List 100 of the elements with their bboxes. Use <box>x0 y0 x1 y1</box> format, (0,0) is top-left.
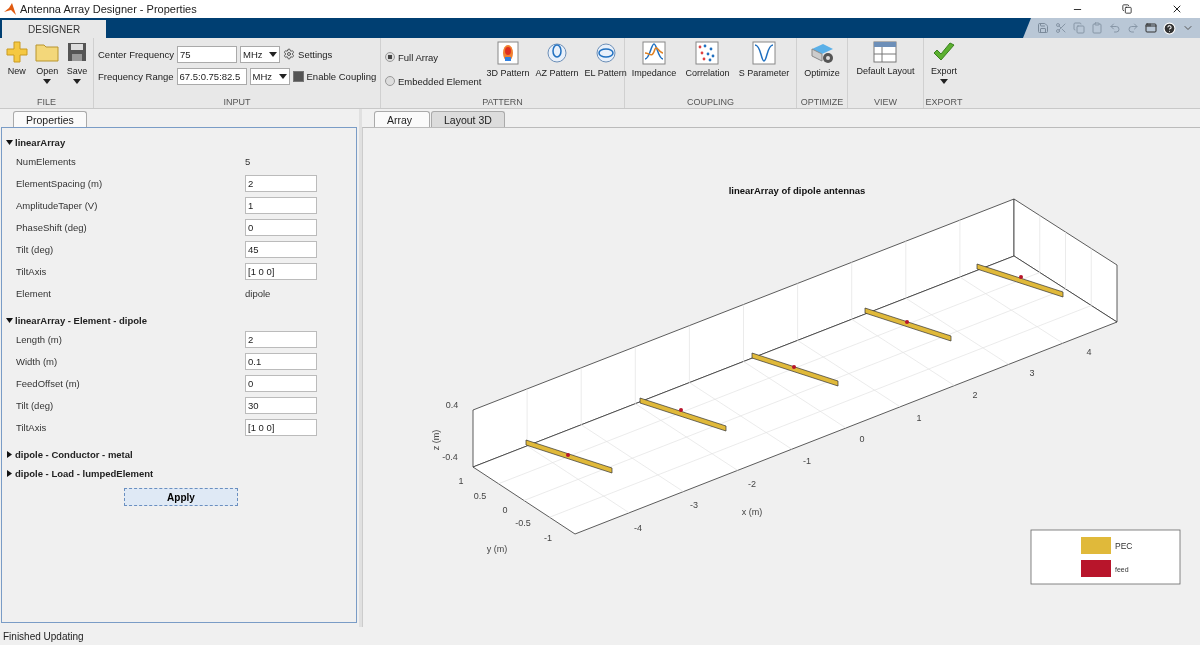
unit-dropdown[interactable]: MHz <box>240 45 281 63</box>
axis-label: z (m) <box>431 429 441 451</box>
unit-dropdown[interactable]: MHz <box>249 67 290 85</box>
ribbon-button[interactable]: S Parameter <box>737 41 791 78</box>
section-label: COUPLING <box>687 96 734 108</box>
ribbon-button[interactable]: EL Pattern <box>583 41 628 78</box>
property-label: Length (m) <box>16 333 63 345</box>
tick-label: -3 <box>690 500 698 510</box>
ribbon-button[interactable]: Open <box>34 41 61 84</box>
collapsed-triangle-icon[interactable] <box>6 450 13 458</box>
tick-label: 1 <box>916 413 922 423</box>
center-frequency-field[interactable]: 75 <box>177 45 238 63</box>
dip-curve-icon <box>752 41 777 65</box>
ribbon-button[interactable]: 3D Pattern <box>485 41 531 78</box>
property-field[interactable]: 2 <box>245 330 317 348</box>
field-label: Center Frequency <box>98 48 175 60</box>
section-title: dipole - Conductor - metal <box>15 448 133 460</box>
ribbon-tab[interactable]: DESIGNER <box>2 20 107 38</box>
window-icon[interactable] <box>1145 22 1157 34</box>
document-tab[interactable]: Layout 3D <box>431 111 505 127</box>
tick-label: 4 <box>1086 347 1092 357</box>
ribbon-button[interactable]: Impedance <box>630 41 678 78</box>
section-label: PATTERN <box>482 96 523 108</box>
property-field[interactable]: 0.1 <box>245 352 317 370</box>
legend-label: PEC <box>1115 541 1133 551</box>
radio-button[interactable] <box>385 52 395 62</box>
window-title: Antenna Array Designer - Properties <box>20 3 198 15</box>
tick-label: 3 <box>1029 368 1035 378</box>
ribbon-button[interactable]: New <box>4 41 29 76</box>
section-label: INPUT <box>223 96 251 108</box>
property-label: TiltAxis <box>16 265 48 277</box>
section-label: EXPORT <box>925 96 963 108</box>
grid-layout-icon <box>873 41 898 63</box>
apply-button[interactable]: Apply <box>124 488 238 506</box>
ribbon-button[interactable]: Optimize <box>803 41 841 78</box>
property-field[interactable]: [1 0 0] <box>245 418 317 436</box>
polar-plot-icon <box>594 41 617 65</box>
help-icon[interactable] <box>1163 21 1176 35</box>
property-field[interactable]: 2 <box>245 174 317 192</box>
property-label: NumElements <box>16 155 77 167</box>
tick-label: -2 <box>748 479 756 489</box>
tick-label: -0.5 <box>515 518 531 528</box>
document-tab[interactable]: Array <box>374 111 430 127</box>
property-label: FeedOffset (m) <box>16 377 81 389</box>
expanded-triangle-icon[interactable] <box>6 138 13 146</box>
property-label: Element <box>16 287 52 299</box>
ribbon-button[interactable]: Default Layout <box>855 41 916 76</box>
radio-button[interactable] <box>385 76 395 86</box>
property-value: 5 <box>245 155 251 167</box>
caret-icon <box>269 51 278 57</box>
section-label: FILE <box>37 96 56 108</box>
optimizer-icon <box>809 41 835 65</box>
property-value: dipole <box>245 287 271 299</box>
checkbox-label: Enable Coupling <box>306 70 377 82</box>
radio-label: Full Array <box>398 51 439 63</box>
plus-icon <box>5 41 28 63</box>
ribbon-button[interactable]: AZ Pattern <box>534 41 580 78</box>
restore-icon[interactable] <box>1122 4 1132 14</box>
settings-label[interactable]: Settings <box>298 48 333 60</box>
property-field[interactable]: 0 <box>245 374 317 392</box>
settings-icon[interactable] <box>283 48 296 60</box>
section-title: linearArray <box>15 136 66 148</box>
tick-label: 2 <box>972 390 978 400</box>
expanded-triangle-icon[interactable] <box>6 316 13 324</box>
polar-plot-icon <box>546 41 568 65</box>
tick-label: 0.5 <box>473 491 487 501</box>
property-field[interactable]: 0 <box>245 218 317 236</box>
axis-label: x (m) <box>741 507 763 517</box>
tick-label: -1 <box>544 533 552 543</box>
scatter-plot-icon <box>695 41 720 65</box>
field-label: Frequency Range <box>98 70 174 82</box>
collapsed-triangle-icon[interactable] <box>6 469 13 477</box>
app-logo-icon <box>4 3 16 15</box>
plot-title: linearArray of dipole antennas <box>728 185 866 196</box>
close-icon[interactable] <box>1171 3 1183 15</box>
property-field[interactable]: [1 0 0] <box>245 262 317 280</box>
ribbon-button[interactable]: Export <box>930 41 958 84</box>
property-field[interactable]: 1 <box>245 196 317 214</box>
tick-label: 0.4 <box>445 400 459 410</box>
radio-label: Embedded Element <box>398 75 482 87</box>
tick-label: -0.4 <box>442 452 458 462</box>
tick-label: 1 <box>458 476 464 486</box>
caret-icon <box>278 73 287 79</box>
clipboard-icon[interactable] <box>1091 22 1103 34</box>
section-label: VIEW <box>874 96 897 108</box>
checkbox[interactable] <box>292 70 304 82</box>
tick-label: -4 <box>634 523 642 533</box>
property-field[interactable]: 30 <box>245 396 317 414</box>
property-label: AmplitudeTaper (V) <box>16 199 99 211</box>
property-field[interactable]: 45 <box>245 240 317 258</box>
status-text: Finished Updating <box>2 629 85 644</box>
checkmark-icon <box>932 41 956 63</box>
panel-tab[interactable]: Properties <box>13 111 87 127</box>
ribbon-button[interactable]: Correlation <box>684 41 731 78</box>
ribbon-button[interactable]: Save <box>65 41 89 84</box>
folder-icon <box>35 41 60 63</box>
pattern-plot-icon <box>496 41 519 65</box>
tick-label: -1 <box>803 456 811 466</box>
frequency-range-field[interactable]: 67.5:0.75:82.5 <box>176 67 247 85</box>
property-label: TiltAxis <box>16 421 48 433</box>
